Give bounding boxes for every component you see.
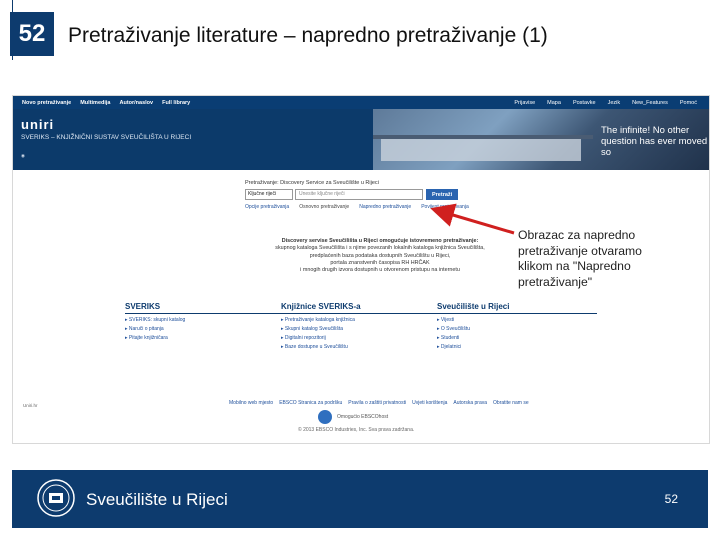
- callout-line: Obrazac za napredno: [518, 228, 636, 242]
- callout-line: klikom na "Napredno: [518, 259, 631, 274]
- slide-footer: Sveučilište u Rijeci 52: [12, 470, 708, 528]
- arrow-line: [430, 203, 515, 235]
- university-name: Sveučilište u Rijeci: [86, 490, 228, 509]
- callout-line: pretraživanje otvaramo: [518, 243, 642, 258]
- page-number: 52: [664, 492, 678, 506]
- university-seal-icon: [37, 479, 75, 517]
- callout-line: pretraživanje": [518, 274, 593, 289]
- callout-text: Obrazac za napredno pretraživanje otvara…: [518, 228, 642, 290]
